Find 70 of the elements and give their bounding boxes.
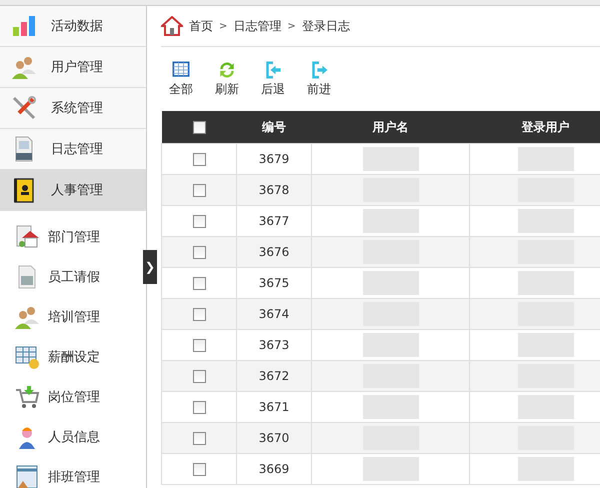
submenu-link[interactable]: 培训管理 — [48, 308, 100, 326]
blurred-text — [518, 209, 574, 233]
blurred-text — [518, 395, 574, 419]
blurred-text — [518, 457, 574, 481]
menu-label: 日志管理 — [51, 141, 103, 158]
blurred-text — [518, 147, 574, 171]
submenu-link[interactable]: 员工请假 — [48, 268, 100, 286]
menu-label: 活动数据 — [51, 18, 103, 35]
row-checkbox[interactable] — [192, 463, 206, 476]
submenu-link[interactable]: 薪酬设定 — [48, 348, 100, 366]
table-cell: 3672 — [236, 360, 312, 392]
blurred-text — [518, 271, 574, 295]
sidebar-menu-item[interactable]: 人事管理 — [0, 170, 146, 211]
row-checkbox[interactable] — [192, 339, 206, 352]
breadcrumb-separator: > — [287, 20, 296, 32]
column-header: 编号 — [236, 111, 312, 144]
row-checkbox[interactable] — [192, 370, 206, 384]
column-header: 登录用户 — [470, 111, 600, 144]
sidebar-menu-item[interactable]: 日志管理 — [0, 129, 146, 170]
toolbar-button[interactable]: 前进 — [307, 59, 331, 111]
blurred-text — [362, 271, 418, 295]
home-icon[interactable] — [161, 16, 183, 36]
submenu-link[interactable]: 部门管理 — [48, 228, 100, 246]
table-cell: 3676 — [236, 236, 312, 268]
bar-chart-icon — [11, 13, 37, 39]
row-checkbox[interactable] — [192, 277, 206, 290]
submenu-link[interactable]: 人员信息 — [48, 428, 100, 446]
row-checkbox[interactable] — [192, 184, 206, 198]
toolbar-button[interactable]: 刷新 — [215, 59, 239, 111]
blurred-text — [362, 457, 418, 481]
blurred-text — [518, 333, 574, 357]
breadcrumb-separator: > — [219, 20, 228, 32]
blurred-text — [362, 147, 418, 171]
toolbar-button[interactable]: 全部 — [169, 59, 193, 111]
select-all-checkbox[interactable] — [192, 121, 206, 134]
row-checkbox[interactable] — [192, 215, 206, 228]
row-checkbox[interactable] — [192, 432, 206, 446]
sidebar-menu-item[interactable]: 用户管理 — [0, 47, 146, 88]
column-header: 用户名 — [312, 111, 470, 144]
toolbar-button[interactable]: 后退 — [261, 59, 285, 111]
table-cell: 3670 — [236, 422, 312, 454]
breadcrumb-link[interactable]: 日志管理 — [233, 18, 282, 34]
table-cell: 3674 — [236, 298, 312, 330]
row-checkbox[interactable] — [192, 308, 206, 322]
house-document-icon — [14, 224, 40, 250]
blurred-text — [362, 209, 418, 233]
menu-label: 用户管理 — [51, 59, 103, 76]
menu-label: 人事管理 — [51, 182, 103, 199]
menu-label: 系统管理 — [51, 100, 103, 117]
submenu-link[interactable]: 排班管理 — [48, 468, 100, 486]
blurred-text — [362, 333, 418, 357]
table-cell: 3678 — [236, 174, 312, 206]
sidebar-menu-item[interactable]: 活动数据 — [0, 6, 146, 47]
row-checkbox[interactable] — [192, 401, 206, 414]
collapse-toggle[interactable]: ❯ — [143, 250, 157, 284]
blurred-text — [362, 395, 418, 419]
shopping-cart-icon — [14, 384, 40, 410]
users-icon — [11, 54, 37, 80]
schedule-icon — [14, 464, 40, 488]
tools-icon — [11, 95, 37, 121]
row-checkbox[interactable] — [192, 153, 206, 166]
submenu-link[interactable]: 岗位管理 — [48, 388, 100, 406]
address-book-icon — [11, 177, 37, 203]
sidebar-menu-item[interactable]: 系统管理 — [0, 88, 146, 129]
breadcrumb-link[interactable]: 首页 — [189, 18, 213, 34]
table-coins-icon — [14, 344, 40, 370]
breadcrumb-link[interactable]: 登录日志 — [302, 18, 350, 34]
table-cell: 3669 — [236, 454, 312, 484]
users-icon — [14, 304, 40, 330]
row-checkbox[interactable] — [192, 246, 206, 260]
